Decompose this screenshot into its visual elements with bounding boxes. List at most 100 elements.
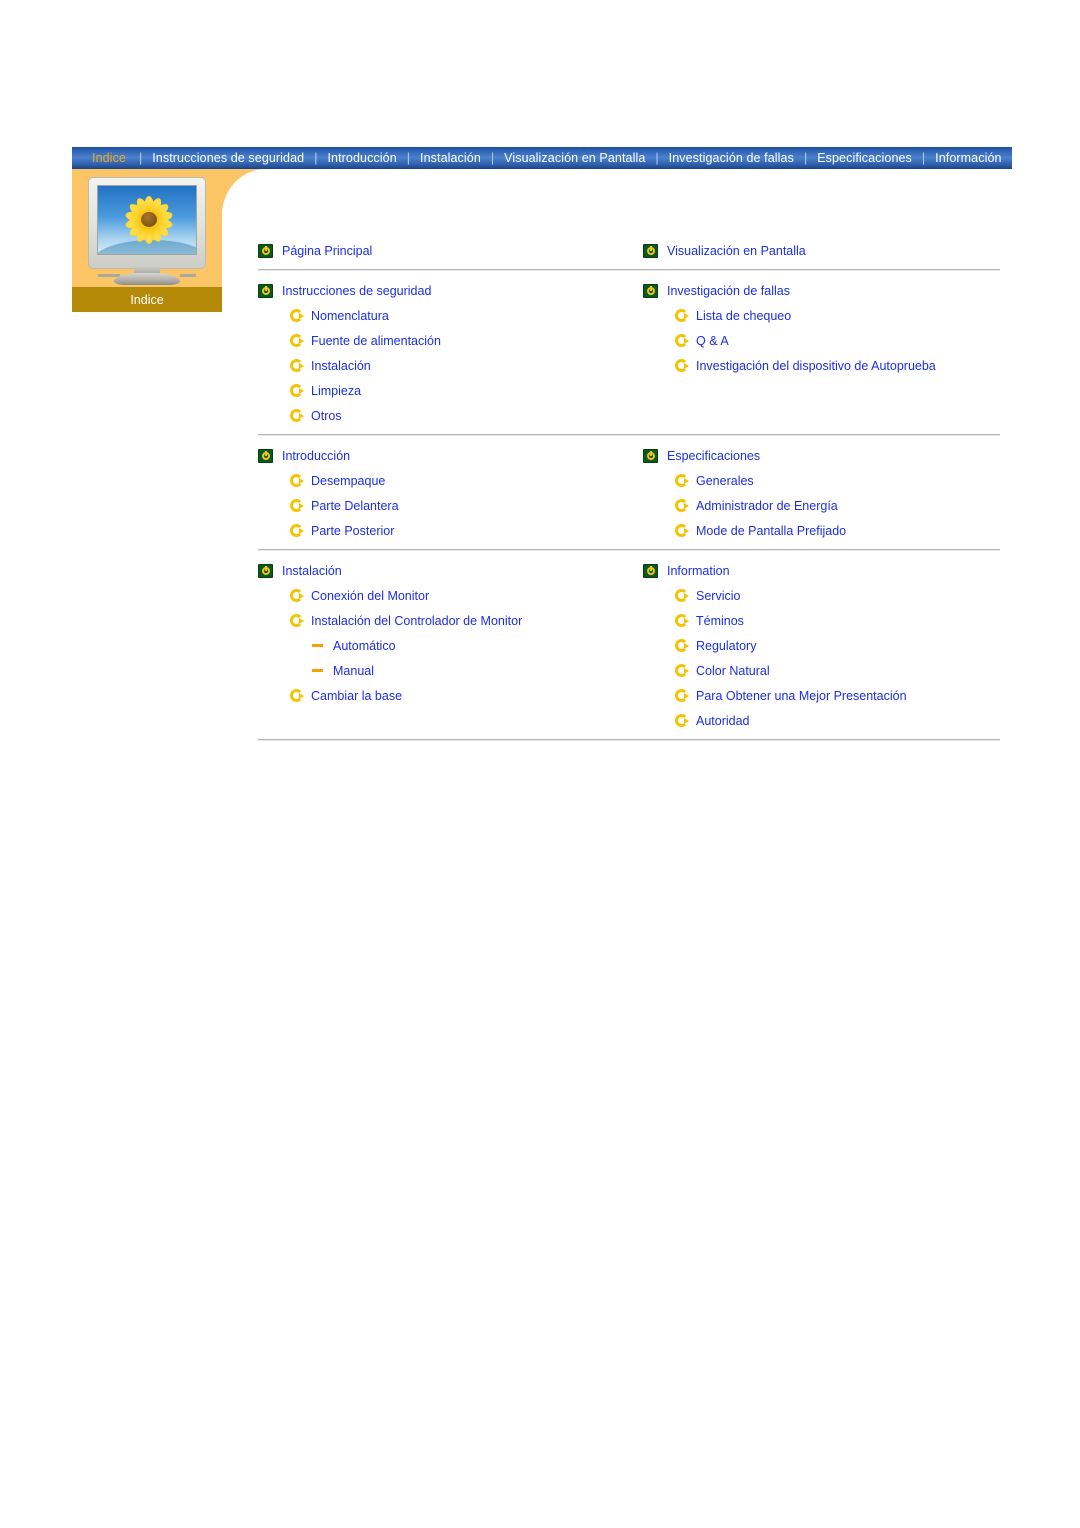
yellow-arrow-icon: [290, 359, 304, 372]
index-link-row[interactable]: Conexión del Monitor: [258, 583, 643, 608]
index-link-label[interactable]: Generales: [696, 474, 754, 488]
index-link-row[interactable]: Instalación del Controlador de Monitor: [258, 608, 643, 633]
index-link-label[interactable]: Mode de Pantalla Prefijado: [696, 524, 846, 538]
nav-tab-instrucciones-de-seguridad[interactable]: Instrucciones de seguridad: [143, 147, 313, 169]
index-link-label[interactable]: Instalación: [311, 359, 371, 373]
content-column-left: Página Principal: [258, 238, 643, 263]
index-link-label[interactable]: Cambiar la base: [311, 689, 402, 703]
content-column-right: Investigación de fallas Lista de chequeo Q…: [643, 278, 1000, 428]
index-link-label[interactable]: Especificaciones: [667, 449, 760, 463]
index-link-label[interactable]: Introducción: [282, 449, 350, 463]
index-link-label[interactable]: Administrador de Energía: [696, 499, 838, 513]
index-link-row[interactable]: Color Natural: [643, 658, 1000, 683]
yellow-arrow-icon: [290, 409, 304, 422]
nav-tab-informaci-n[interactable]: Información: [926, 147, 1010, 169]
yellow-arrow-icon: [675, 499, 689, 512]
index-link-label[interactable]: Nomenclatura: [311, 309, 389, 323]
nav-tab-visualizaci-n-en-pantalla[interactable]: Visualización en Pantalla: [495, 147, 654, 169]
monitor-illustration: [88, 177, 206, 285]
index-link-label[interactable]: Página Principal: [282, 244, 372, 258]
index-link-label[interactable]: Instrucciones de seguridad: [282, 284, 431, 298]
index-link-row[interactable]: Q & A: [643, 328, 1000, 353]
index-link-row[interactable]: Nomenclatura: [258, 303, 643, 328]
index-link-row[interactable]: Servicio: [643, 583, 1000, 608]
index-link-label[interactable]: Parte Delantera: [311, 499, 399, 513]
yellow-arrow-icon: [290, 499, 304, 512]
section-divider: [258, 434, 1000, 436]
index-link-row[interactable]: Mode de Pantalla Prefijado: [643, 518, 1000, 543]
index-section-row[interactable]: Página Principal: [258, 238, 643, 263]
yellow-arrow-icon: [675, 639, 689, 652]
index-link-row[interactable]: Instalación: [258, 353, 643, 378]
index-link-label[interactable]: Automático: [333, 639, 396, 653]
index-content: Página Principal Visualización en Pantall…: [258, 238, 1000, 748]
nav-tab-especificaciones[interactable]: Especificaciones: [808, 147, 921, 169]
content-group: Introducción Desempaque Parte Delantera Par…: [258, 443, 1000, 543]
index-link-label[interactable]: Instalación: [282, 564, 342, 578]
yellow-arrow-icon: [675, 309, 689, 322]
index-section-row[interactable]: Instalación: [258, 558, 643, 583]
index-link-label[interactable]: Limpieza: [311, 384, 361, 398]
index-link-label[interactable]: Desempaque: [311, 474, 385, 488]
index-link-label[interactable]: Information: [667, 564, 730, 578]
index-section-row[interactable]: Instrucciones de seguridad: [258, 278, 643, 303]
index-link-row[interactable]: Lista de chequeo: [643, 303, 1000, 328]
index-link-row[interactable]: Otros: [258, 403, 643, 428]
yellow-arrow-icon: [290, 689, 304, 702]
index-link-row[interactable]: Téminos: [643, 608, 1000, 633]
index-section-row[interactable]: Introducción: [258, 443, 643, 468]
index-link-row[interactable]: Generales: [643, 468, 1000, 493]
index-link-label[interactable]: Lista de chequeo: [696, 309, 791, 323]
index-link-label[interactable]: Manual: [333, 664, 374, 678]
index-link-row[interactable]: Limpieza: [258, 378, 643, 403]
index-link-label[interactable]: Visualización en Pantalla: [667, 244, 806, 258]
index-section-row[interactable]: Investigación de fallas: [643, 278, 1000, 303]
nav-tab-introducci-n[interactable]: Introducción: [318, 147, 405, 169]
index-link-label[interactable]: Otros: [311, 409, 342, 423]
nav-tab-investigaci-n-de-fallas[interactable]: Investigación de fallas: [660, 147, 803, 169]
index-link-row[interactable]: Parte Posterior: [258, 518, 643, 543]
index-link-row[interactable]: Investigación del dispositivo de Autopru…: [643, 353, 1000, 378]
content-column-left: Instalación Conexión del Monitor Instalaci…: [258, 558, 643, 733]
index-link-label[interactable]: Autoridad: [696, 714, 750, 728]
content-column-right: Visualización en Pantalla: [643, 238, 1000, 263]
index-link-label[interactable]: Conexión del Monitor: [311, 589, 429, 603]
index-link-row[interactable]: Automático: [258, 633, 643, 658]
index-link-label[interactable]: Instalación del Controlador de Monitor: [311, 614, 522, 628]
section-divider: [258, 549, 1000, 551]
index-link-label[interactable]: Investigación del dispositivo de Autopru…: [696, 359, 936, 373]
yellow-arrow-icon: [290, 589, 304, 602]
sunflower-icon: [124, 194, 174, 246]
index-link-row[interactable]: Manual: [258, 658, 643, 683]
index-link-row[interactable]: Administrador de Energía: [643, 493, 1000, 518]
index-link-label[interactable]: Color Natural: [696, 664, 770, 678]
nav-tab-instalaci-n[interactable]: Instalación: [411, 147, 490, 169]
index-link-row[interactable]: Para Obtener una Mejor Presentación: [643, 683, 1000, 708]
index-link-row[interactable]: Autoridad: [643, 708, 1000, 733]
index-link-row[interactable]: Fuente de alimentación: [258, 328, 643, 353]
index-link-row[interactable]: Desempaque: [258, 468, 643, 493]
index-link-label[interactable]: Parte Posterior: [311, 524, 394, 538]
index-link-row[interactable]: Regulatory: [643, 633, 1000, 658]
index-link-label[interactable]: Para Obtener una Mejor Presentación: [696, 689, 907, 703]
yellow-arrow-icon: [675, 589, 689, 602]
yellow-arrow-icon: [290, 474, 304, 487]
index-link-label[interactable]: Regulatory: [696, 639, 756, 653]
index-link-label[interactable]: Téminos: [696, 614, 744, 628]
index-link-row[interactable]: Cambiar la base: [258, 683, 643, 708]
orange-dash-icon: [312, 669, 323, 672]
index-section-row[interactable]: Information: [643, 558, 1000, 583]
content-column-left: Instrucciones de seguridad Nomenclatura Fu…: [258, 278, 643, 428]
index-link-row[interactable]: Parte Delantera: [258, 493, 643, 518]
index-link-label[interactable]: Servicio: [696, 589, 740, 603]
green-power-icon: [643, 448, 658, 463]
index-link-label[interactable]: Fuente de alimentación: [311, 334, 441, 348]
yellow-arrow-icon: [290, 524, 304, 537]
nav-tab-indice[interactable]: Indice: [78, 147, 138, 169]
index-section-row[interactable]: Visualización en Pantalla: [643, 238, 1000, 263]
yellow-arrow-icon: [290, 384, 304, 397]
index-link-label[interactable]: Q & A: [696, 334, 729, 348]
yellow-arrow-icon: [675, 474, 689, 487]
index-link-label[interactable]: Investigación de fallas: [667, 284, 790, 298]
index-section-row[interactable]: Especificaciones: [643, 443, 1000, 468]
